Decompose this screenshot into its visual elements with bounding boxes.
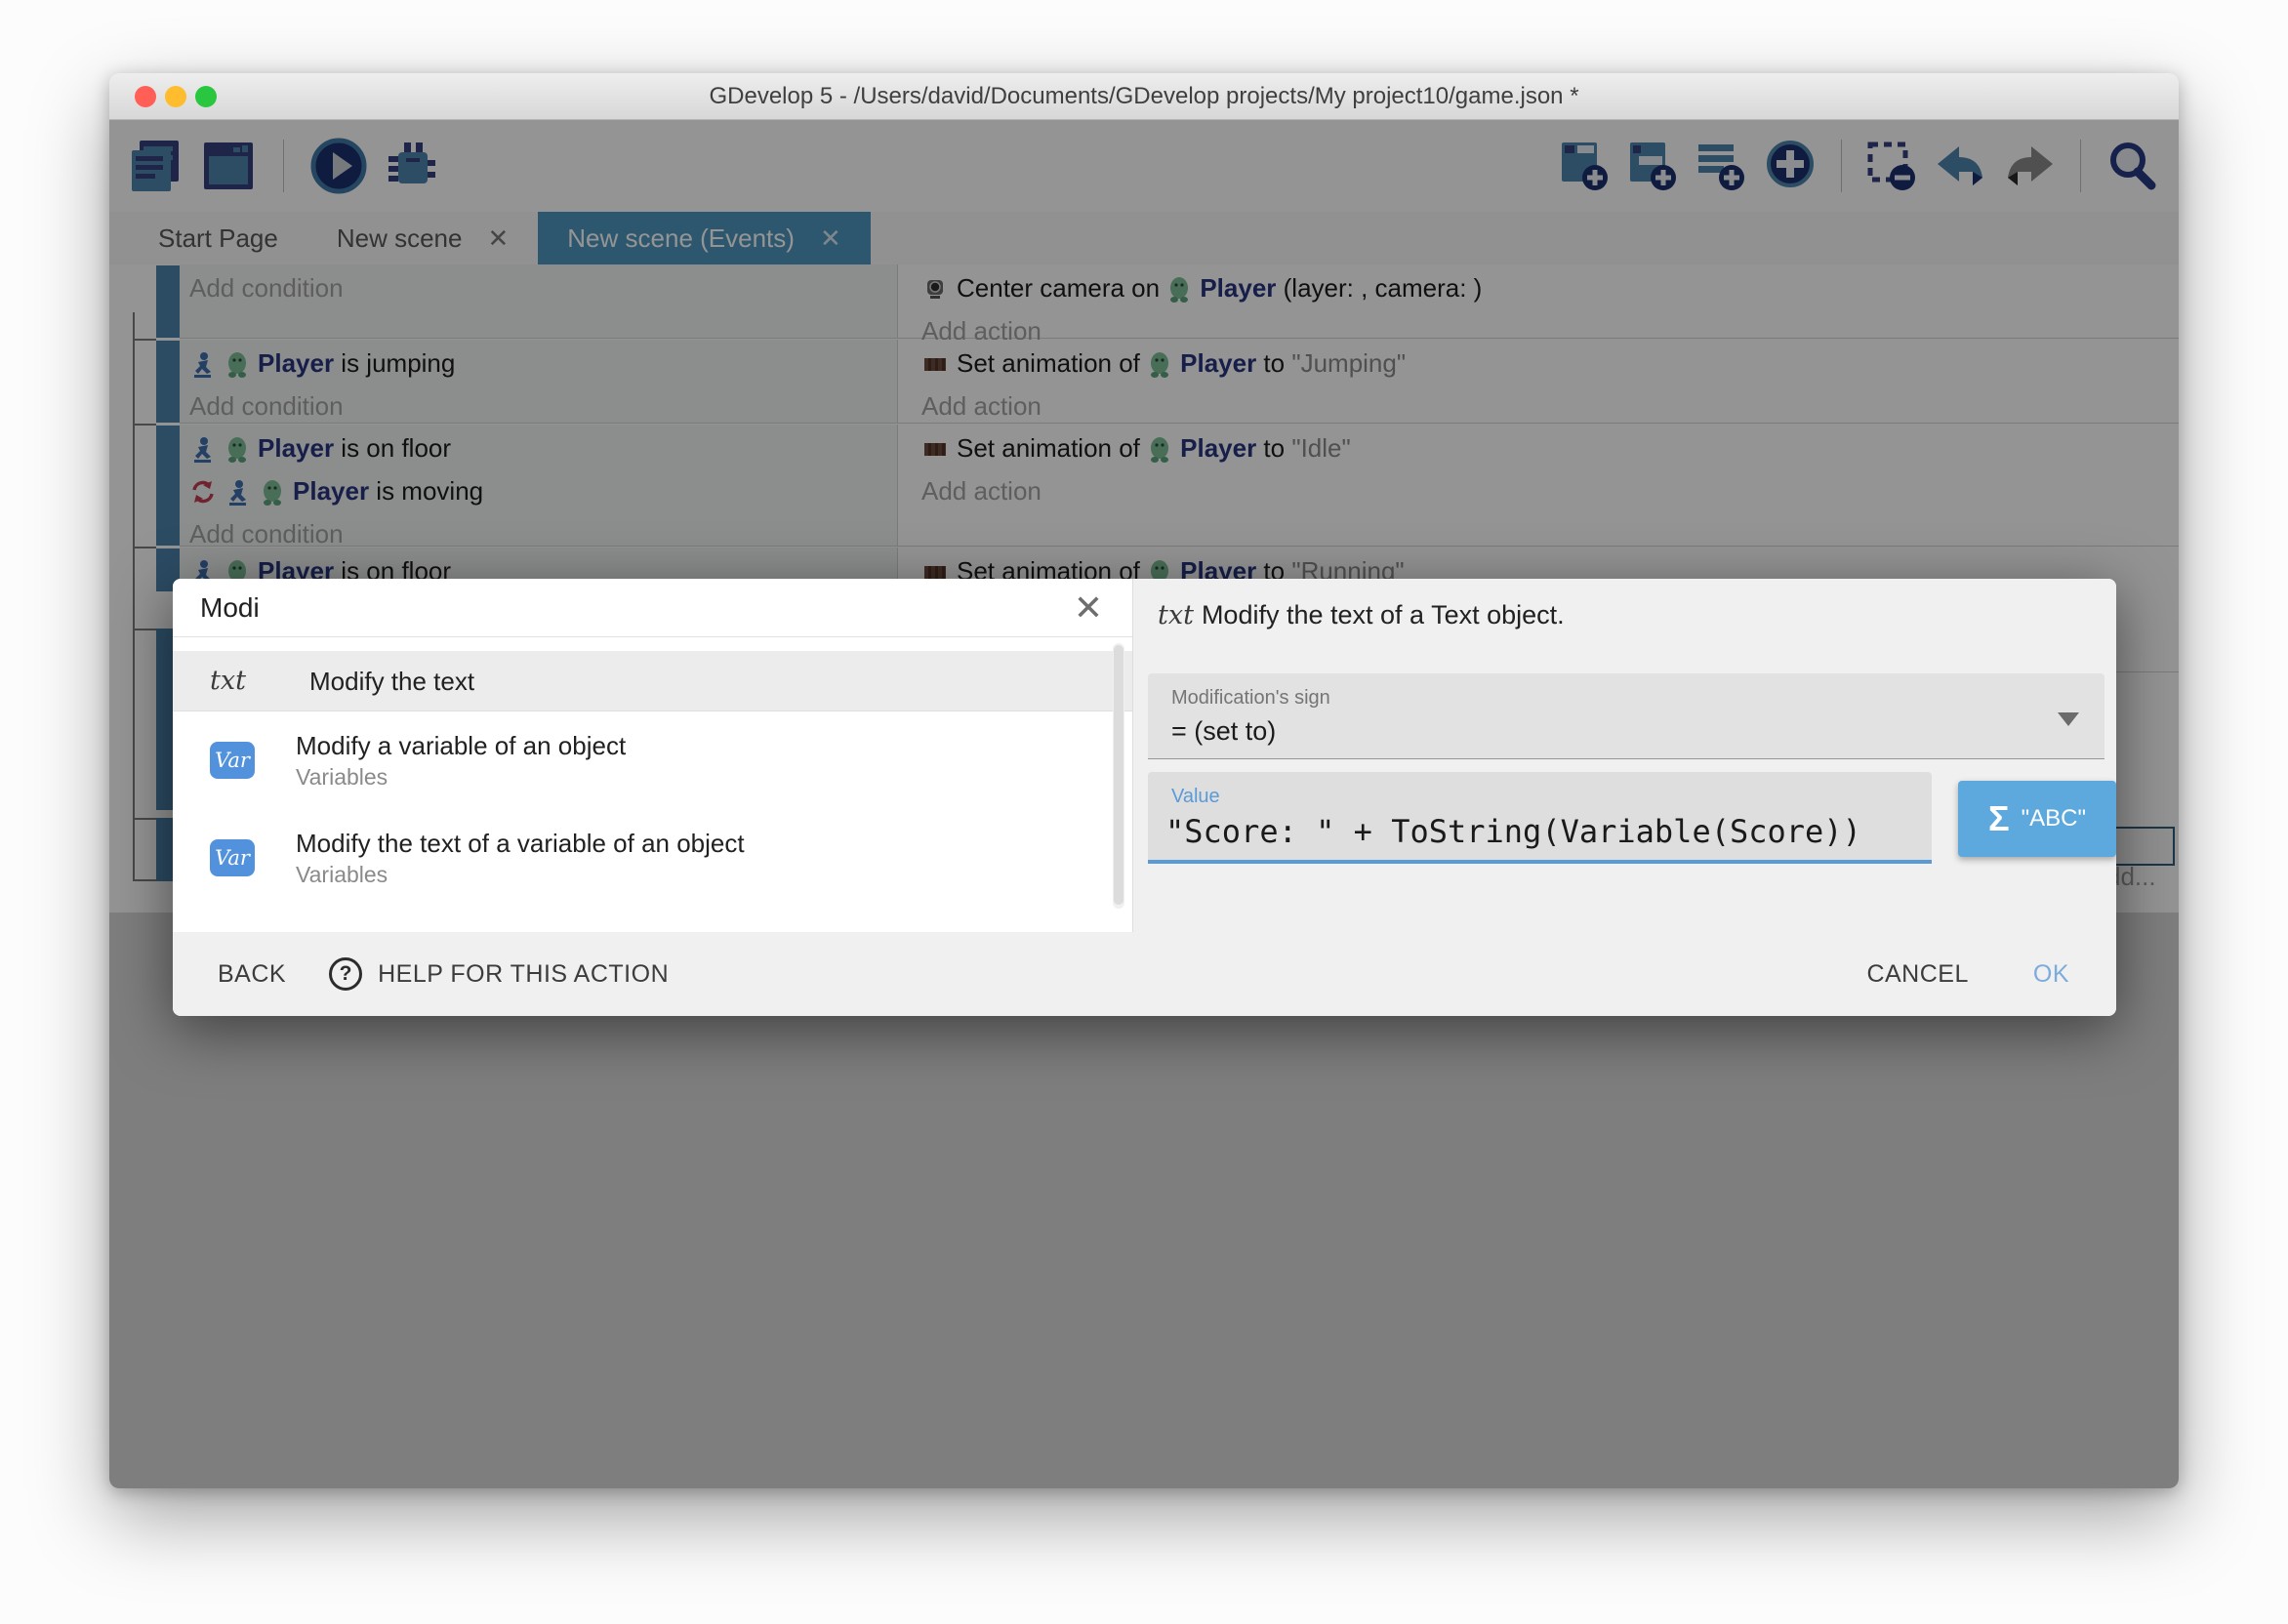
zoom-window-button[interactable] bbox=[195, 86, 217, 107]
result-title: Modify the text of a variable of an obje… bbox=[296, 827, 745, 860]
close-icon[interactable]: ✕ bbox=[1074, 590, 1103, 626]
instruction-editor-dialog: ✕ txt Modify the text Var Modify a varia… bbox=[173, 579, 2116, 1016]
sigma-icon: Σ bbox=[1988, 798, 2010, 839]
minimize-window-button[interactable] bbox=[165, 86, 186, 107]
result-subtitle: Variables bbox=[296, 860, 745, 889]
modification-sign-select[interactable]: Modification's sign = (set to) bbox=[1148, 673, 2104, 759]
text-object-icon: txt bbox=[210, 666, 268, 696]
app-content: Start Page New scene ✕ New scene (Events… bbox=[109, 120, 2179, 1488]
abc-label: "ABC" bbox=[2022, 805, 2086, 832]
instruction-header: txt Modify the text of a Text object. bbox=[1158, 600, 1565, 630]
result-subtitle: Variables bbox=[296, 762, 626, 792]
instruction-search-input[interactable] bbox=[200, 592, 1074, 624]
result-modify-the-text[interactable]: txt Modify the text bbox=[173, 651, 1132, 711]
help-button[interactable]: ? HELP FOR THIS ACTION bbox=[329, 957, 669, 991]
help-label: HELP FOR THIS ACTION bbox=[378, 960, 669, 989]
results-scrollbar[interactable] bbox=[1113, 643, 1124, 909]
instruction-search-panel: ✕ txt Modify the text Var Modify a varia… bbox=[173, 579, 1132, 932]
back-button[interactable]: BACK bbox=[218, 960, 286, 989]
result-modify-variable-of-object[interactable]: Var Modify a variable of an object Varia… bbox=[173, 711, 1132, 809]
expression-text[interactable]: "Score: " + ToString(Variable(Score)) bbox=[1165, 813, 1861, 850]
chevron-down-icon bbox=[2058, 712, 2079, 726]
result-title: Modify the text bbox=[309, 665, 474, 698]
instruction-results-list: txt Modify the text Var Modify a variabl… bbox=[173, 637, 1132, 932]
field-label: Value bbox=[1171, 786, 1220, 808]
field-value: = (set to) bbox=[1171, 716, 1276, 747]
value-expression-field[interactable]: Value "Score: " + ToString(Variable(Scor… bbox=[1148, 772, 1932, 864]
cancel-button[interactable]: CANCEL bbox=[1866, 960, 1968, 989]
app-window: GDevelop 5 - /Users/david/Documents/GDev… bbox=[109, 73, 2179, 1488]
close-window-button[interactable] bbox=[135, 86, 156, 107]
result-modify-text-of-variable[interactable]: Var Modify the text of a variable of an … bbox=[173, 809, 1132, 907]
variable-icon: Var bbox=[210, 839, 255, 876]
result-title: Modify a variable of an object bbox=[296, 729, 626, 762]
traffic-lights bbox=[135, 86, 217, 107]
scrollbar-thumb[interactable] bbox=[1114, 645, 1124, 905]
instruction-parameters-panel: txt Modify the text of a Text object. Mo… bbox=[1132, 579, 2116, 932]
instruction-title: Modify the text of a Text object. bbox=[1202, 600, 1565, 630]
ok-button[interactable]: OK bbox=[2033, 960, 2069, 989]
title-bar: GDevelop 5 - /Users/david/Documents/GDev… bbox=[109, 73, 2179, 120]
search-row: ✕ bbox=[173, 579, 1132, 637]
open-expression-editor-button[interactable]: Σ "ABC" bbox=[1958, 781, 2116, 857]
dialog-footer: BACK ? HELP FOR THIS ACTION CANCEL OK bbox=[173, 932, 2116, 1016]
text-object-icon: txt bbox=[1158, 600, 1194, 630]
field-label: Modification's sign bbox=[1171, 687, 1330, 710]
help-icon: ? bbox=[329, 957, 362, 991]
window-title: GDevelop 5 - /Users/david/Documents/GDev… bbox=[709, 83, 1578, 110]
variable-icon: Var bbox=[210, 742, 255, 779]
